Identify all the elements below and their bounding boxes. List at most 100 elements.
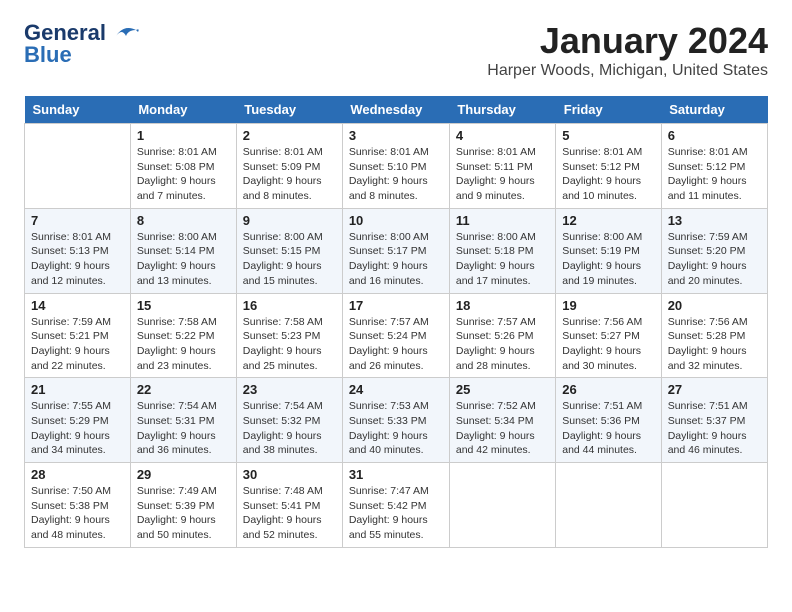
day-info: Sunrise: 7:56 AM Sunset: 5:28 PM Dayligh… (668, 315, 761, 374)
calendar-cell: 26Sunrise: 7:51 AM Sunset: 5:36 PM Dayli… (556, 378, 661, 463)
day-info: Sunrise: 7:51 AM Sunset: 5:37 PM Dayligh… (668, 399, 761, 458)
calendar-cell: 24Sunrise: 7:53 AM Sunset: 5:33 PM Dayli… (342, 378, 449, 463)
location-title: Harper Woods, Michigan, United States (487, 62, 768, 80)
day-number: 23 (243, 382, 336, 397)
day-info: Sunrise: 8:01 AM Sunset: 5:11 PM Dayligh… (456, 145, 549, 204)
day-number: 8 (137, 213, 230, 228)
calendar-table: SundayMondayTuesdayWednesdayThursdayFrid… (24, 96, 768, 548)
logo-blue: Blue (24, 42, 72, 68)
day-number: 12 (562, 213, 654, 228)
day-number: 3 (349, 128, 443, 143)
calendar-cell: 18 Sunrise: 7:57 AM Sunset: 5:26 PM Dayli… (449, 293, 555, 378)
day-info: Sunrise: 8:01 AM Sunset: 5:12 PM Dayligh… (668, 145, 761, 204)
day-number: 31 (349, 467, 443, 482)
day-number: 5 (562, 128, 654, 143)
day-number: 9 (243, 213, 336, 228)
month-title: January 2024 (487, 20, 768, 62)
calendar-cell: 10 Sunrise: 8:00 AM Sunset: 5:17 PM Dayli… (342, 208, 449, 293)
logo-bird-icon (108, 22, 140, 44)
calendar-cell: 11 Sunrise: 8:00 AM Sunset: 5:18 PM Dayli… (449, 208, 555, 293)
day-info: Sunrise: 7:54 AM Sunset: 5:31 PM Dayligh… (137, 399, 230, 458)
day-number: 30 (243, 467, 336, 482)
day-info: Sunrise: 7:49 AM Sunset: 5:39 PM Dayligh… (137, 484, 230, 543)
day-info: Sunrise: 7:57 AM Sunset: 5:26 PM Dayligh… (456, 315, 549, 374)
calendar-cell: 21 Sunrise: 7:55 AM Sunset: 5:29 PM Dayli… (25, 378, 131, 463)
calendar-cell: 27 Sunrise: 7:51 AM Sunset: 5:37 PM Dayli… (661, 378, 767, 463)
day-info: Sunrise: 8:01 AM Sunset: 5:13 PM Dayligh… (31, 230, 124, 289)
day-info: Sunrise: 7:47 AM Sunset: 5:42 PM Dayligh… (349, 484, 443, 543)
calendar-cell: 17Sunrise: 7:57 AM Sunset: 5:24 PM Dayli… (342, 293, 449, 378)
day-info: Sunrise: 7:48 AM Sunset: 5:41 PM Dayligh… (243, 484, 336, 543)
calendar-cell (25, 124, 131, 209)
calendar-cell: 25Sunrise: 7:52 AM Sunset: 5:34 PM Dayli… (449, 378, 555, 463)
day-number: 19 (562, 298, 654, 313)
day-info: Sunrise: 7:58 AM Sunset: 5:23 PM Dayligh… (243, 315, 336, 374)
day-info: Sunrise: 8:01 AM Sunset: 5:10 PM Dayligh… (349, 145, 443, 204)
day-number: 10 (349, 213, 443, 228)
day-number: 14 (31, 298, 124, 313)
day-number: 7 (31, 213, 124, 228)
day-number: 13 (668, 213, 761, 228)
day-info: Sunrise: 7:58 AM Sunset: 5:22 PM Dayligh… (137, 315, 230, 374)
day-info: Sunrise: 7:59 AM Sunset: 5:21 PM Dayligh… (31, 315, 124, 374)
weekday-header-saturday: Saturday (661, 96, 767, 124)
day-number: 27 (668, 382, 761, 397)
calendar-cell: 3 Sunrise: 8:01 AM Sunset: 5:10 PM Daylig… (342, 124, 449, 209)
day-info: Sunrise: 8:00 AM Sunset: 5:18 PM Dayligh… (456, 230, 549, 289)
day-number: 6 (668, 128, 761, 143)
calendar-cell: 16Sunrise: 7:58 AM Sunset: 5:23 PM Dayli… (236, 293, 342, 378)
day-info: Sunrise: 8:00 AM Sunset: 5:19 PM Dayligh… (562, 230, 654, 289)
day-number: 28 (31, 467, 124, 482)
calendar-cell (449, 463, 555, 548)
calendar-cell: 20 Sunrise: 7:56 AM Sunset: 5:28 PM Dayli… (661, 293, 767, 378)
calendar-cell: 14 Sunrise: 7:59 AM Sunset: 5:21 PM Dayli… (25, 293, 131, 378)
day-number: 21 (31, 382, 124, 397)
day-info: Sunrise: 7:57 AM Sunset: 5:24 PM Dayligh… (349, 315, 443, 374)
calendar-cell: 7 Sunrise: 8:01 AM Sunset: 5:13 PM Daylig… (25, 208, 131, 293)
calendar-cell: 6 Sunrise: 8:01 AM Sunset: 5:12 PM Daylig… (661, 124, 767, 209)
day-number: 25 (456, 382, 549, 397)
calendar-cell: 4 Sunrise: 8:01 AM Sunset: 5:11 PM Daylig… (449, 124, 555, 209)
calendar-cell: 5Sunrise: 8:01 AM Sunset: 5:12 PM Daylig… (556, 124, 661, 209)
weekday-header-tuesday: Tuesday (236, 96, 342, 124)
calendar-week-1: 1Sunrise: 8:01 AM Sunset: 5:08 PM Daylig… (25, 124, 768, 209)
calendar-cell: 30 Sunrise: 7:48 AM Sunset: 5:41 PM Dayli… (236, 463, 342, 548)
calendar-header-row: SundayMondayTuesdayWednesdayThursdayFrid… (25, 96, 768, 124)
calendar-cell: 22 Sunrise: 7:54 AM Sunset: 5:31 PM Dayli… (130, 378, 236, 463)
calendar-cell (661, 463, 767, 548)
calendar-cell: 31 Sunrise: 7:47 AM Sunset: 5:42 PM Dayli… (342, 463, 449, 548)
calendar-cell: 29 Sunrise: 7:49 AM Sunset: 5:39 PM Dayli… (130, 463, 236, 548)
day-number: 2 (243, 128, 336, 143)
day-info: Sunrise: 8:00 AM Sunset: 5:15 PM Dayligh… (243, 230, 336, 289)
day-number: 15 (137, 298, 230, 313)
day-number: 11 (456, 213, 549, 228)
calendar-cell: 15 Sunrise: 7:58 AM Sunset: 5:22 PM Dayli… (130, 293, 236, 378)
calendar-cell: 8Sunrise: 8:00 AM Sunset: 5:14 PM Daylig… (130, 208, 236, 293)
day-info: Sunrise: 7:54 AM Sunset: 5:32 PM Dayligh… (243, 399, 336, 458)
day-info: Sunrise: 7:55 AM Sunset: 5:29 PM Dayligh… (31, 399, 124, 458)
calendar-cell: 28 Sunrise: 7:50 AM Sunset: 5:38 PM Dayli… (25, 463, 131, 548)
day-number: 29 (137, 467, 230, 482)
calendar-week-3: 14 Sunrise: 7:59 AM Sunset: 5:21 PM Dayli… (25, 293, 768, 378)
title-area: January 2024 Harper Woods, Michigan, Uni… (487, 20, 768, 80)
calendar-cell: 9 Sunrise: 8:00 AM Sunset: 5:15 PM Daylig… (236, 208, 342, 293)
day-number: 22 (137, 382, 230, 397)
day-info: Sunrise: 8:00 AM Sunset: 5:17 PM Dayligh… (349, 230, 443, 289)
day-info: Sunrise: 7:59 AM Sunset: 5:20 PM Dayligh… (668, 230, 761, 289)
weekday-header-wednesday: Wednesday (342, 96, 449, 124)
weekday-header-friday: Friday (556, 96, 661, 124)
calendar-cell: 19Sunrise: 7:56 AM Sunset: 5:27 PM Dayli… (556, 293, 661, 378)
day-number: 4 (456, 128, 549, 143)
calendar-week-2: 7 Sunrise: 8:01 AM Sunset: 5:13 PM Daylig… (25, 208, 768, 293)
day-info: Sunrise: 8:01 AM Sunset: 5:08 PM Dayligh… (137, 145, 230, 204)
logo: General Blue (24, 20, 140, 68)
day-number: 20 (668, 298, 761, 313)
day-number: 26 (562, 382, 654, 397)
day-number: 18 (456, 298, 549, 313)
day-info: Sunrise: 7:50 AM Sunset: 5:38 PM Dayligh… (31, 484, 124, 543)
calendar-cell: 13 Sunrise: 7:59 AM Sunset: 5:20 PM Dayli… (661, 208, 767, 293)
weekday-header-thursday: Thursday (449, 96, 555, 124)
calendar-cell (556, 463, 661, 548)
calendar-week-4: 21 Sunrise: 7:55 AM Sunset: 5:29 PM Dayli… (25, 378, 768, 463)
calendar-cell: 2Sunrise: 8:01 AM Sunset: 5:09 PM Daylig… (236, 124, 342, 209)
